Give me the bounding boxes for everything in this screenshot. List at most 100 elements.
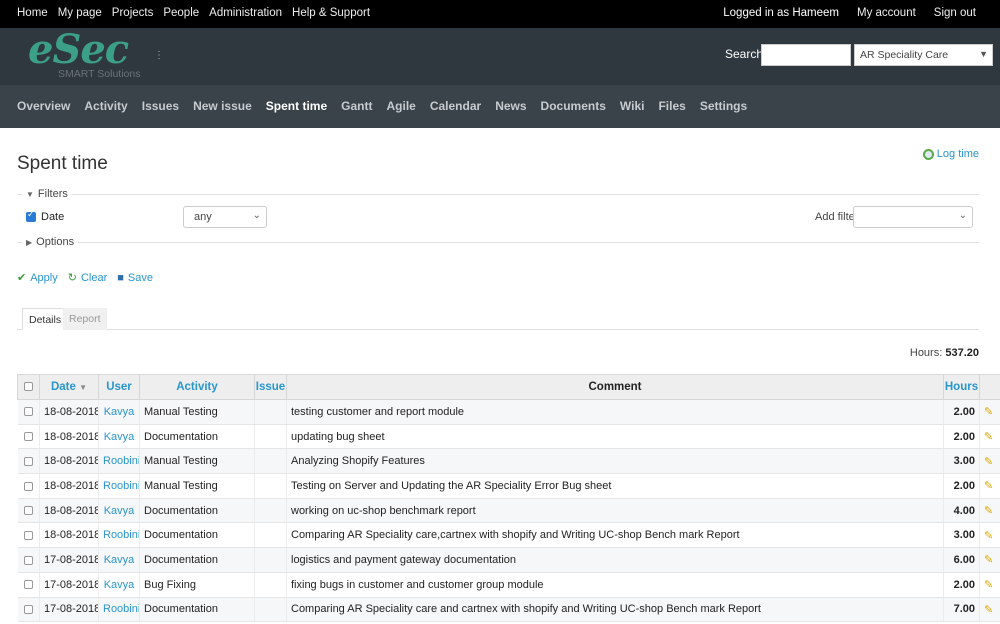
tab-documents[interactable]: Documents: [541, 99, 606, 113]
row-select-cell[interactable]: [17, 399, 40, 425]
options-legend[interactable]: ▶ Options: [22, 236, 79, 248]
row-issue: [254, 473, 287, 499]
top-link-home[interactable]: Home: [17, 7, 48, 19]
tab-files[interactable]: Files: [658, 99, 685, 113]
tab-activity[interactable]: Activity: [84, 99, 127, 113]
pencil-icon[interactable]: ✎: [984, 406, 993, 418]
table-row[interactable]: 17-08-2018 Kavya Documentation logistics an…: [17, 547, 1000, 573]
select-all-header[interactable]: [17, 374, 40, 400]
row-date: 18-08-2018: [39, 522, 99, 549]
row-checkbox[interactable]: [23, 407, 33, 417]
row-actions: ✎🗑: [979, 473, 1000, 499]
sign-out-link[interactable]: Sign out: [934, 7, 976, 19]
tab-overview[interactable]: Overview: [17, 99, 70, 113]
table-row[interactable]: 17-08-2018 Kavya Bug Fixing fixing bugs in …: [17, 572, 1000, 598]
tab-settings[interactable]: Settings: [700, 99, 747, 113]
row-checkbox[interactable]: [23, 530, 33, 540]
top-link-administration[interactable]: Administration: [209, 7, 282, 19]
col-hours[interactable]: Hours: [943, 374, 980, 400]
col-date[interactable]: Date ▼: [39, 374, 99, 400]
col-user[interactable]: User: [98, 374, 140, 400]
tab-spent-time[interactable]: Spent time: [266, 99, 327, 113]
row-date: 17-08-2018: [39, 597, 99, 623]
tab-agile[interactable]: Agile: [386, 99, 415, 113]
pencil-icon[interactable]: ✎: [984, 505, 993, 517]
view-tabs: Details Report: [17, 308, 979, 330]
select-all-checkbox[interactable]: [24, 382, 33, 392]
row-select-cell[interactable]: [17, 473, 40, 499]
pencil-icon[interactable]: ✎: [984, 456, 993, 468]
tab-calendar[interactable]: Calendar: [430, 99, 481, 113]
row-select-cell[interactable]: [17, 547, 40, 573]
row-checkbox[interactable]: [23, 604, 33, 614]
col-activity[interactable]: Activity: [139, 374, 255, 400]
row-user-link[interactable]: Kavya: [98, 424, 140, 450]
row-select-cell[interactable]: [17, 597, 40, 623]
table-row[interactable]: 18-08-2018 Roobini Manual Testing Testing o…: [17, 473, 1000, 499]
row-actions: ✎🗑: [979, 399, 1000, 425]
pencil-icon[interactable]: ✎: [984, 480, 993, 492]
save-button[interactable]: ■ Save: [117, 271, 153, 284]
pencil-icon[interactable]: ✎: [984, 604, 993, 616]
row-user-link[interactable]: Roobini: [98, 597, 140, 623]
row-issue: [254, 547, 287, 573]
top-link-my-page[interactable]: My page: [58, 7, 102, 19]
row-checkbox[interactable]: [23, 481, 33, 491]
apply-button[interactable]: ✔ Apply: [17, 271, 58, 285]
search-input[interactable]: [761, 44, 851, 66]
tab-report[interactable]: Report: [63, 308, 107, 330]
table-row[interactable]: 17-08-2018 Roobini Documentation Comparing …: [17, 597, 1000, 623]
pencil-icon[interactable]: ✎: [984, 554, 993, 566]
tab-details[interactable]: Details: [22, 308, 69, 330]
col-issue[interactable]: Issue: [254, 374, 287, 400]
row-issue: [254, 448, 287, 475]
table-row[interactable]: 18-08-2018 Roobini Manual Testing Analyzing…: [17, 448, 1000, 475]
row-user-link[interactable]: Kavya: [98, 399, 140, 425]
row-user-link[interactable]: Roobini: [98, 522, 140, 549]
table-row[interactable]: 18-08-2018 Kavya Manual Testing testing cus…: [17, 399, 1000, 425]
row-select-cell[interactable]: [17, 424, 40, 450]
row-select-cell[interactable]: [17, 498, 40, 524]
table-row[interactable]: 18-08-2018 Roobini Documentation Comparing …: [17, 522, 1000, 549]
my-account-link[interactable]: My account: [857, 7, 916, 19]
top-link-projects[interactable]: Projects: [112, 7, 154, 19]
pencil-icon[interactable]: ✎: [984, 579, 993, 591]
row-user-link[interactable]: Kavya: [98, 572, 140, 598]
row-date: 18-08-2018: [39, 473, 99, 499]
project-jump-select[interactable]: AR Speciality Care ▼: [854, 44, 993, 66]
table-row[interactable]: 18-08-2018 Kavya Documentation working on u…: [17, 498, 1000, 524]
row-select-cell[interactable]: [17, 448, 40, 475]
clear-button[interactable]: ↻ Clear: [68, 271, 108, 285]
row-select-cell[interactable]: [17, 522, 40, 549]
logo[interactable]: eSec SMART Solutions: [28, 26, 148, 82]
row-checkbox[interactable]: [23, 555, 33, 565]
pencil-icon[interactable]: ✎: [984, 431, 993, 443]
pencil-icon[interactable]: ✎: [984, 530, 993, 542]
top-link-people[interactable]: People: [163, 7, 199, 19]
row-select-cell[interactable]: [17, 572, 40, 598]
row-checkbox[interactable]: [23, 432, 33, 442]
table-row[interactable]: 18-08-2018 Kavya Documentation updating bug…: [17, 424, 1000, 450]
time-entries-table: Date ▼ User Activity Issue Comment Hours…: [17, 374, 1000, 623]
row-checkbox[interactable]: [23, 506, 33, 516]
date-operator-select[interactable]: any ⌄: [183, 206, 267, 228]
tab-issues[interactable]: Issues: [142, 99, 179, 113]
row-user-link[interactable]: Roobini: [98, 448, 140, 475]
table-body: 18-08-2018 Kavya Manual Testing testing cus…: [17, 399, 1000, 623]
row-checkbox[interactable]: [23, 580, 33, 590]
row-user-link[interactable]: Kavya: [98, 498, 140, 524]
filters-legend[interactable]: ▼ Filters: [22, 188, 72, 200]
tab-wiki[interactable]: Wiki: [620, 99, 645, 113]
header: eSec SMART Solutions ⋮ Search: AR Specia…: [0, 26, 1000, 85]
chevron-down-icon: ⌄: [252, 210, 261, 221]
add-filter-select[interactable]: ⌄: [853, 206, 973, 228]
row-user-link[interactable]: Kavya: [98, 547, 140, 573]
row-user-link[interactable]: Roobini: [98, 473, 140, 499]
tab-news[interactable]: News: [495, 99, 526, 113]
row-checkbox[interactable]: [23, 456, 33, 466]
top-link-help[interactable]: Help & Support: [292, 7, 370, 19]
log-time-link[interactable]: Log time: [922, 148, 979, 160]
tab-gantt[interactable]: Gantt: [341, 99, 372, 113]
tab-new-issue[interactable]: New issue: [193, 99, 252, 113]
date-filter-checkbox[interactable]: [26, 209, 36, 222]
